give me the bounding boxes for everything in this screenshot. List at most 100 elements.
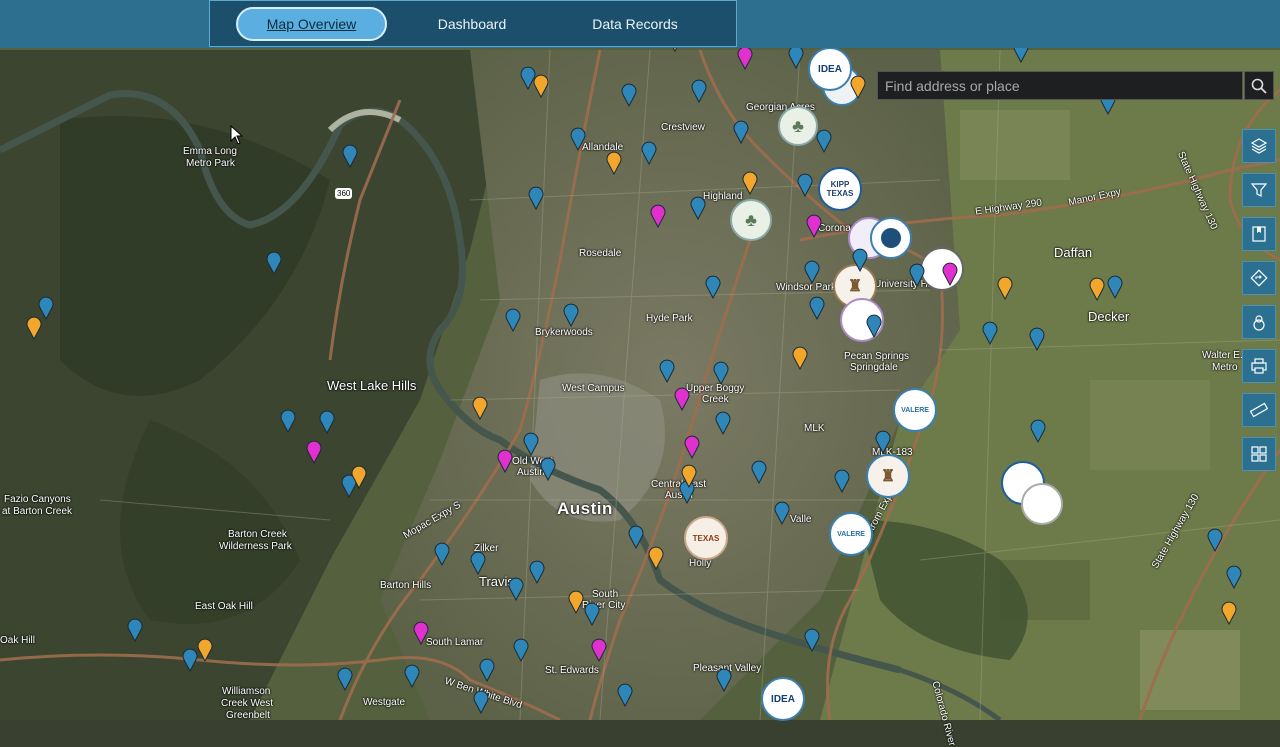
school-marker-blue[interactable] bbox=[691, 79, 707, 103]
school-marker-blue[interactable] bbox=[182, 648, 198, 672]
school-marker-blue[interactable] bbox=[834, 469, 850, 493]
school-marker-blue[interactable] bbox=[716, 668, 732, 692]
school-marker-blue[interactable] bbox=[982, 321, 998, 345]
school-marker-blue[interactable] bbox=[690, 196, 706, 220]
school-marker-orange[interactable] bbox=[1221, 601, 1237, 625]
school-marker-blue[interactable] bbox=[280, 409, 296, 433]
school-marker-blue[interactable] bbox=[319, 410, 335, 434]
school-marker-blue[interactable] bbox=[127, 618, 143, 642]
school-logo-valere[interactable]: VALERE bbox=[829, 512, 873, 556]
school-marker-blue[interactable] bbox=[508, 577, 524, 601]
school-marker-blue[interactable] bbox=[513, 638, 529, 662]
school-marker-magenta[interactable] bbox=[674, 387, 690, 411]
school-logo-tree[interactable]: ♣ bbox=[730, 199, 772, 241]
school-marker-blue[interactable] bbox=[1226, 565, 1242, 589]
school-marker-blue[interactable] bbox=[751, 460, 767, 484]
school-marker-blue[interactable] bbox=[1107, 275, 1123, 299]
school-marker-orange[interactable] bbox=[472, 396, 488, 420]
school-marker-blue[interactable] bbox=[705, 275, 721, 299]
school-marker-orange[interactable] bbox=[648, 546, 664, 570]
school-marker-magenta[interactable] bbox=[737, 46, 753, 70]
school-logo-idea[interactable]: IDEA bbox=[761, 677, 805, 721]
school-marker-orange[interactable] bbox=[606, 151, 622, 175]
school-marker-blue[interactable] bbox=[909, 263, 925, 287]
school-marker-blue[interactable] bbox=[641, 141, 657, 165]
school-marker-blue[interactable] bbox=[852, 248, 868, 272]
school-logo-texas[interactable]: TEXAS bbox=[684, 516, 728, 560]
school-marker-orange[interactable] bbox=[351, 465, 367, 489]
school-marker-blue[interactable] bbox=[404, 664, 420, 688]
school-logo-idea[interactable]: IDEA bbox=[808, 47, 852, 91]
school-marker-blue[interactable] bbox=[804, 260, 820, 284]
school-marker-blue[interactable] bbox=[470, 551, 486, 575]
school-marker-orange[interactable] bbox=[742, 171, 758, 195]
school-marker-blue[interactable] bbox=[617, 683, 633, 707]
school-marker-orange[interactable] bbox=[997, 276, 1013, 300]
school-marker-blue[interactable] bbox=[1029, 327, 1045, 351]
school-logo-valere[interactable]: VALERE bbox=[893, 388, 937, 432]
school-marker-magenta[interactable] bbox=[306, 440, 322, 464]
school-marker-blue[interactable] bbox=[1030, 419, 1046, 443]
school-marker-blue[interactable] bbox=[816, 129, 832, 153]
school-marker-blue[interactable] bbox=[1207, 528, 1223, 552]
school-marker-blue[interactable] bbox=[809, 296, 825, 320]
school-marker-blue[interactable] bbox=[528, 186, 544, 210]
school-marker-blue[interactable] bbox=[659, 359, 675, 383]
tab-map-overview[interactable]: Map Overview bbox=[236, 7, 387, 41]
filter-button[interactable] bbox=[1242, 173, 1276, 207]
school-marker-orange[interactable] bbox=[681, 464, 697, 488]
school-marker-magenta[interactable] bbox=[806, 214, 822, 238]
school-marker-blue[interactable] bbox=[621, 83, 637, 107]
search-input[interactable] bbox=[878, 72, 1242, 99]
school-logo-tree[interactable]: ♣ bbox=[778, 106, 818, 146]
school-marker-orange[interactable] bbox=[1089, 277, 1105, 301]
bookmark-button[interactable] bbox=[1242, 217, 1276, 251]
school-logo-sun[interactable] bbox=[1021, 483, 1063, 525]
school-marker-magenta[interactable] bbox=[684, 435, 700, 459]
school-marker-magenta[interactable] bbox=[413, 621, 429, 645]
tab-data-records[interactable]: Data Records bbox=[565, 7, 705, 41]
school-marker-orange[interactable] bbox=[26, 316, 42, 340]
school-marker-blue[interactable] bbox=[797, 173, 813, 197]
school-marker-blue[interactable] bbox=[473, 690, 489, 714]
school-marker-blue[interactable] bbox=[628, 525, 644, 549]
locate-button[interactable] bbox=[1242, 305, 1276, 339]
school-marker-blue[interactable] bbox=[505, 308, 521, 332]
school-marker-orange[interactable] bbox=[792, 346, 808, 370]
school-marker-blue[interactable] bbox=[342, 144, 358, 168]
school-marker-blue[interactable] bbox=[715, 411, 731, 435]
school-marker-blue[interactable] bbox=[788, 45, 804, 69]
school-marker-blue[interactable] bbox=[523, 432, 539, 456]
print-button[interactable] bbox=[1242, 349, 1276, 383]
school-marker-blue[interactable] bbox=[875, 430, 891, 454]
school-marker-blue[interactable] bbox=[479, 658, 495, 682]
school-marker-blue[interactable] bbox=[713, 361, 729, 385]
school-marker-blue[interactable] bbox=[866, 314, 882, 338]
school-logo-seal[interactable] bbox=[870, 217, 912, 259]
school-marker-blue[interactable] bbox=[540, 457, 556, 481]
school-logo-kipp[interactable]: KIPP TEXAS bbox=[818, 167, 862, 211]
basemap-gallery-button[interactable] bbox=[1242, 437, 1276, 471]
directions-button[interactable] bbox=[1242, 261, 1276, 295]
tab-dashboard[interactable]: Dashboard bbox=[407, 7, 537, 41]
school-marker-orange[interactable] bbox=[197, 638, 213, 662]
school-marker-blue[interactable] bbox=[434, 542, 450, 566]
school-marker-magenta[interactable] bbox=[591, 638, 607, 662]
school-marker-blue[interactable] bbox=[337, 667, 353, 691]
school-marker-blue[interactable] bbox=[733, 120, 749, 144]
school-marker-blue[interactable] bbox=[563, 303, 579, 327]
search-button[interactable] bbox=[1244, 71, 1274, 100]
layers-button[interactable] bbox=[1242, 129, 1276, 163]
school-marker-blue[interactable] bbox=[584, 602, 600, 626]
school-marker-blue[interactable] bbox=[774, 501, 790, 525]
school-logo-crest[interactable]: ♜ bbox=[866, 454, 910, 498]
measure-button[interactable] bbox=[1242, 393, 1276, 427]
school-marker-blue[interactable] bbox=[570, 127, 586, 151]
school-marker-magenta[interactable] bbox=[497, 449, 513, 473]
school-marker-orange[interactable] bbox=[850, 75, 866, 99]
school-marker-orange[interactable] bbox=[533, 74, 549, 98]
school-marker-magenta[interactable] bbox=[650, 204, 666, 228]
school-marker-blue[interactable] bbox=[804, 628, 820, 652]
school-marker-blue[interactable] bbox=[266, 251, 282, 275]
school-marker-magenta[interactable] bbox=[942, 262, 958, 286]
